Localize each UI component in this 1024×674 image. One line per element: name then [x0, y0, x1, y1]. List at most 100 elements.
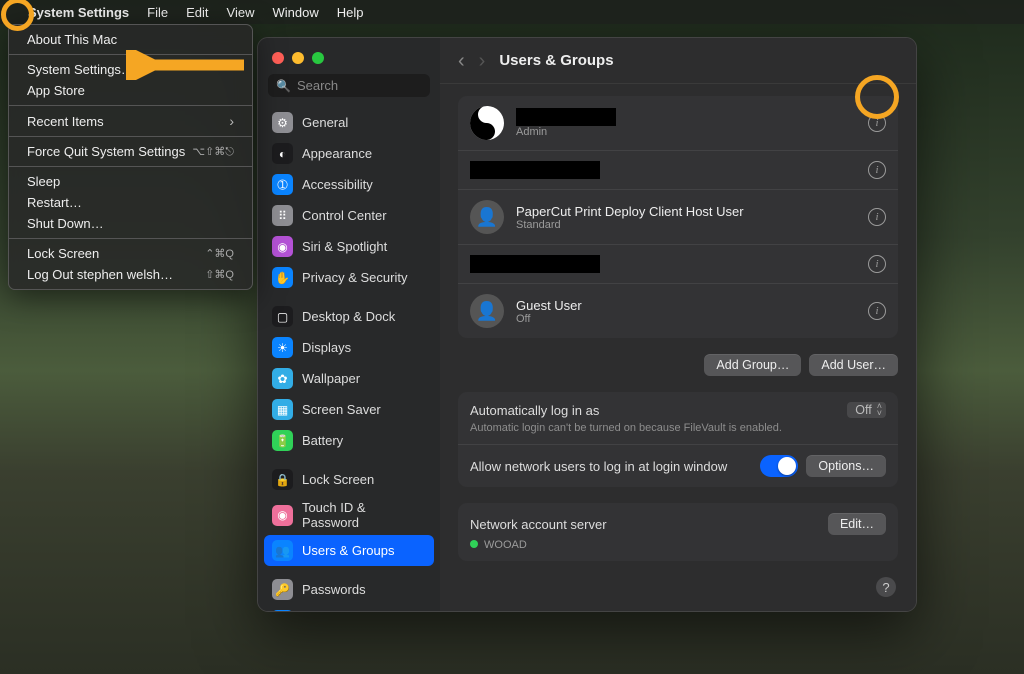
sidebar-icon: @ — [272, 610, 293, 611]
user-info-button[interactable]: i — [868, 302, 886, 320]
sidebar-icon: 👥 — [272, 540, 293, 561]
user-avatar — [470, 106, 504, 140]
user-row: 👤 PaperCut Print Deploy Client Host User… — [458, 189, 898, 244]
user-avatar: 👤 — [470, 294, 504, 328]
sidebar-item-desktop-dock[interactable]: ▢ Desktop & Dock — [264, 301, 434, 332]
sidebar-icon: 🔋 — [272, 430, 293, 451]
sidebar-item-users-groups[interactable]: 👥 Users & Groups — [264, 535, 434, 566]
sidebar-icon: ☀ — [272, 337, 293, 358]
sidebar-item-screen-saver[interactable]: ▦ Screen Saver — [264, 394, 434, 425]
user-info-button[interactable]: i — [868, 114, 886, 132]
system-settings-window: 🔍 Search ⚙ General ◐ Appearance ➀ Access… — [257, 37, 917, 612]
chevron-updown-icon: ˄˅ — [877, 403, 882, 417]
user-role: Off — [516, 313, 582, 325]
menu-app-store[interactable]: App Store — [9, 80, 252, 101]
user-info-button[interactable]: i — [868, 161, 886, 179]
add-group-button[interactable]: Add Group… — [704, 354, 801, 376]
menu-force-quit[interactable]: Force Quit System Settings⌥⇧⌘⎋ — [9, 141, 252, 162]
sidebar-item-label: Touch ID & Password — [302, 500, 426, 530]
sidebar-item-accessibility[interactable]: ➀ Accessibility — [264, 169, 434, 200]
sidebar-item-label: Siri & Spotlight — [302, 239, 387, 254]
back-button[interactable]: ‹ — [458, 51, 465, 71]
sidebar-icon: ▦ — [272, 399, 293, 420]
user-info-button[interactable]: i — [868, 255, 886, 273]
sidebar-item-control-center[interactable]: ⠿ Control Center — [264, 200, 434, 231]
auto-login-popup[interactable]: Off ˄˅ — [847, 402, 886, 418]
close-button[interactable] — [272, 52, 284, 64]
sidebar-item-label: Users & Groups — [302, 543, 394, 558]
sidebar-item-label: Privacy & Security — [302, 270, 407, 285]
sidebar-item-label: Control Center — [302, 208, 387, 223]
user-info-button[interactable]: i — [868, 208, 886, 226]
sidebar-item-privacy-security[interactable]: ✋ Privacy & Security — [264, 262, 434, 293]
auto-login-row: Automatically log in as Off ˄˅ Automatic… — [458, 392, 898, 444]
search-placeholder: Search — [297, 78, 338, 93]
sidebar-icon: ⚙ — [272, 112, 293, 133]
sidebar-icon: ▢ — [272, 306, 293, 327]
menu-recent-items[interactable]: Recent Items — [9, 110, 252, 132]
forward-button[interactable]: › — [479, 51, 486, 71]
window-controls — [258, 38, 440, 74]
account-server-edit-button[interactable]: Edit… — [828, 513, 886, 535]
sidebar-item-general[interactable]: ⚙ General — [264, 107, 434, 138]
minimize-button[interactable] — [292, 52, 304, 64]
redacted-username — [470, 161, 600, 179]
sidebar-icon: ✋ — [272, 267, 293, 288]
network-login-options-button[interactable]: Options… — [806, 455, 886, 477]
page-title: Users & Groups — [499, 52, 613, 69]
user-row: 👤 Guest UserOff i — [458, 283, 898, 338]
sidebar-item-label: Battery — [302, 433, 343, 448]
user-name: Guest User — [516, 298, 582, 313]
menu-view[interactable]: View — [227, 5, 255, 20]
sidebar-item-touch-id-password[interactable]: ◉ Touch ID & Password — [264, 495, 434, 535]
user-row: i — [458, 244, 898, 283]
menu-window[interactable]: Window — [272, 5, 318, 20]
settings-content: ‹ › Users & Groups Admin i i 👤 PaperCut … — [440, 38, 916, 611]
menu-app-name[interactable]: System Settings — [28, 5, 129, 20]
user-avatar: 👤 — [470, 200, 504, 234]
account-server-panel: Network account server Edit… WOOAD — [458, 503, 898, 561]
account-server-value: WOOAD — [484, 539, 527, 551]
fullscreen-button[interactable] — [312, 52, 324, 64]
network-login-toggle[interactable] — [760, 455, 798, 477]
user-name: PaperCut Print Deploy Client Host User — [516, 204, 744, 219]
search-input[interactable]: 🔍 Search — [268, 74, 430, 97]
users-panel: Admin i i 👤 PaperCut Print Deploy Client… — [458, 96, 898, 338]
add-user-button[interactable]: Add User… — [809, 354, 898, 376]
sidebar-item-appearance[interactable]: ◐ Appearance — [264, 138, 434, 169]
menu-about-this-mac[interactable]: About This Mac — [9, 29, 252, 50]
sidebar-icon: ⠿ — [272, 205, 293, 226]
server-status-dot — [470, 540, 478, 548]
network-login-label: Allow network users to log in at login w… — [470, 459, 727, 474]
sidebar-item-lock-screen[interactable]: 🔒 Lock Screen — [264, 464, 434, 495]
menu-log-out[interactable]: Log Out stephen welsh…⇧⌘Q — [9, 264, 252, 285]
sidebar-item-passwords[interactable]: 🔑 Passwords — [264, 574, 434, 605]
menu-file[interactable]: File — [147, 5, 168, 20]
sidebar-icon: 🔒 — [272, 469, 293, 490]
sidebar-icon: ➀ — [272, 174, 293, 195]
sidebar-item-displays[interactable]: ☀ Displays — [264, 332, 434, 363]
menu-edit[interactable]: Edit — [186, 5, 208, 20]
menu-lock-screen[interactable]: Lock Screen⌃⌘Q — [9, 243, 252, 264]
search-icon: 🔍 — [276, 79, 291, 93]
sidebar-icon: 🔑 — [272, 579, 293, 600]
sidebar-item-siri-spotlight[interactable]: ◉ Siri & Spotlight — [264, 231, 434, 262]
menu-restart[interactable]: Restart… — [9, 192, 252, 213]
menu-shut-down[interactable]: Shut Down… — [9, 213, 252, 234]
sidebar-item-battery[interactable]: 🔋 Battery — [264, 425, 434, 456]
menu-help[interactable]: Help — [337, 5, 364, 20]
auto-login-hint: Automatic login can't be turned on becau… — [470, 418, 886, 434]
sidebar-icon: ◐ — [272, 143, 293, 164]
redacted-username — [470, 255, 600, 273]
apple-menu-dropdown: About This Mac System Settings… App Stor… — [8, 24, 253, 290]
user-role: Standard — [516, 219, 744, 231]
account-server-row: Network account server Edit… WOOAD — [458, 503, 898, 561]
content-toolbar: ‹ › Users & Groups — [440, 38, 916, 84]
menu-sleep[interactable]: Sleep — [9, 171, 252, 192]
sidebar-icon: ✿ — [272, 368, 293, 389]
sidebar-item-wallpaper[interactable]: ✿ Wallpaper — [264, 363, 434, 394]
sidebar-item-label: Lock Screen — [302, 472, 374, 487]
menu-system-settings[interactable]: System Settings… — [9, 59, 252, 80]
help-button[interactable]: ? — [876, 577, 896, 597]
sidebar-item-internet-accounts[interactable]: @ Internet Accounts — [264, 605, 434, 611]
